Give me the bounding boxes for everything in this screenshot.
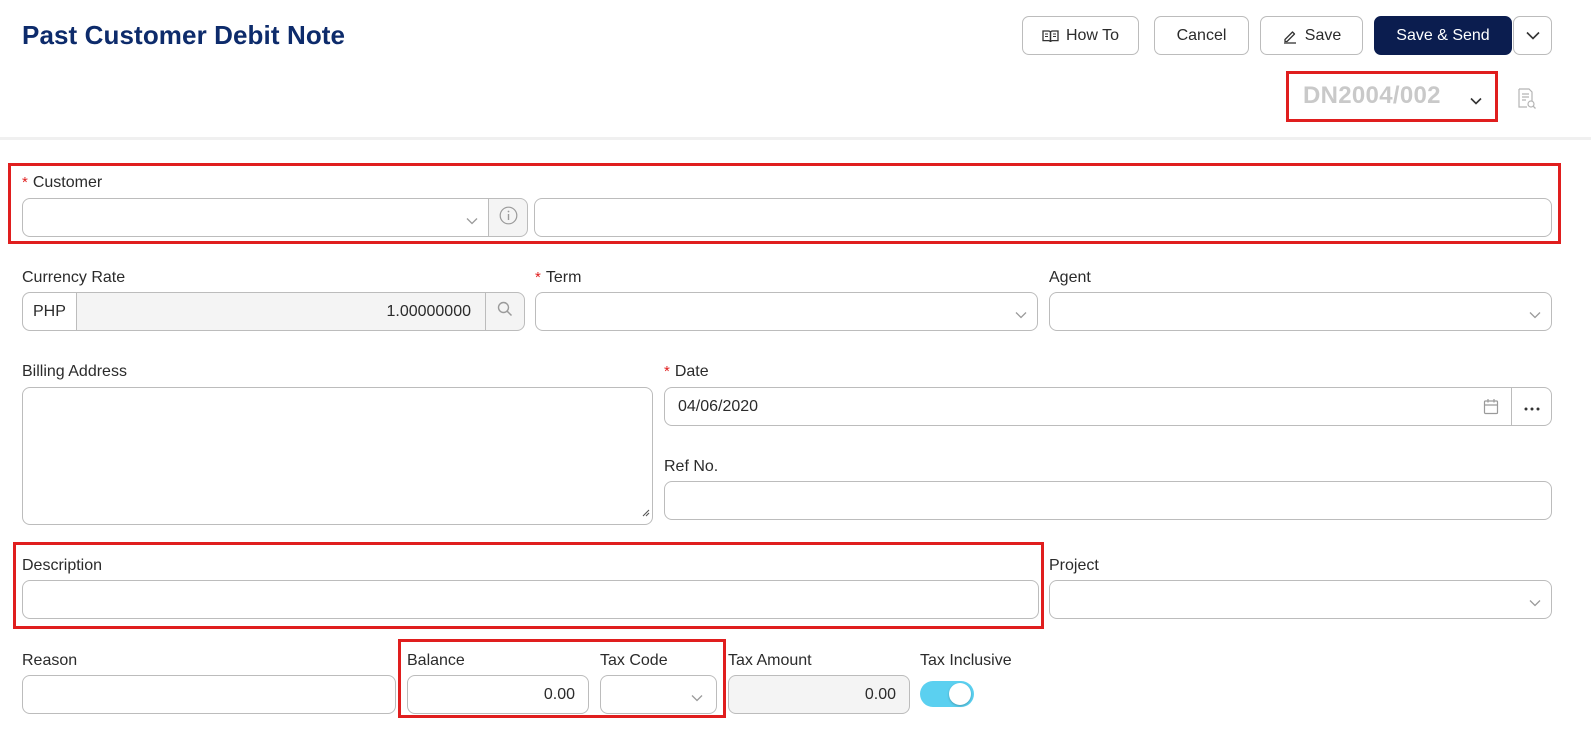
project-select[interactable]: [1049, 580, 1552, 619]
cancel-button[interactable]: Cancel: [1154, 16, 1249, 55]
toggle-knob: [949, 683, 971, 705]
page-title: Past Customer Debit Note: [22, 20, 346, 50]
search-icon: [497, 301, 513, 322]
currency-code: PHP: [33, 303, 66, 320]
chevron-down-icon: [466, 212, 478, 230]
tax-inclusive-toggle[interactable]: [920, 681, 974, 707]
ref-no-input[interactable]: [664, 481, 1552, 520]
how-to-label: How To: [1065, 26, 1120, 44]
term-select[interactable]: [535, 292, 1038, 331]
customer-info-button[interactable]: [488, 198, 528, 237]
save-and-send-label: Save & Send: [1396, 26, 1490, 44]
description-label: Description: [22, 557, 103, 574]
description-input[interactable]: [22, 580, 1039, 619]
document-preview-icon[interactable]: [1517, 88, 1537, 115]
term-label: * Term: [535, 269, 582, 286]
tax-code-select[interactable]: [600, 675, 717, 714]
tax-inclusive-label: Tax Inclusive: [920, 652, 1012, 669]
header-separator: [0, 137, 1591, 140]
currency-rate-value[interactable]: 1.00000000: [386, 303, 471, 321]
chevron-down-icon: [1529, 594, 1541, 612]
info-icon: [499, 206, 518, 230]
tax-amount-label: Tax Amount: [728, 652, 812, 669]
ref-no-label: Ref No.: [664, 458, 719, 475]
project-label: Project: [1049, 557, 1099, 574]
balance-label: Balance: [407, 652, 465, 669]
agent-select[interactable]: [1049, 292, 1552, 331]
reason-label: Reason: [22, 652, 78, 669]
chevron-down-icon: [1529, 306, 1541, 324]
chevron-down-icon: [691, 689, 703, 707]
currency-rate-search-button[interactable]: [485, 293, 524, 330]
billing-address-label: Billing Address: [22, 363, 127, 380]
tax-amount-value: 0.00: [864, 686, 896, 703]
how-to-button[interactable]: How To: [1022, 16, 1139, 55]
billing-address-textarea[interactable]: [22, 387, 653, 525]
date-options-button[interactable]: [1511, 388, 1551, 425]
doc-number-chevron-icon[interactable]: [1470, 92, 1482, 110]
currency-rate-label: Currency Rate: [22, 269, 126, 286]
customer-code-select[interactable]: [22, 198, 489, 237]
more-horizontal-icon: [1524, 398, 1540, 416]
reason-input[interactable]: [22, 675, 396, 714]
save-button[interactable]: Save: [1260, 16, 1363, 55]
date-input[interactable]: 04/06/2020: [664, 387, 1552, 426]
chevron-down-icon: [1525, 31, 1540, 40]
customer-name-input[interactable]: [534, 198, 1552, 237]
cancel-label: Cancel: [1176, 26, 1227, 44]
balance-value: 0.00: [543, 686, 575, 703]
save-label: Save: [1304, 26, 1342, 44]
chevron-down-icon: [1015, 306, 1027, 324]
tax-code-label: Tax Code: [600, 652, 668, 669]
pencil-icon: [1282, 28, 1298, 44]
required-marker: *: [664, 363, 670, 380]
customer-label: * Customer: [22, 174, 103, 191]
calendar-icon[interactable]: [1483, 398, 1499, 420]
date-value: 04/06/2020: [678, 398, 759, 415]
more-actions-button[interactable]: [1513, 16, 1552, 55]
agent-label: Agent: [1049, 269, 1091, 286]
tax-amount-field: 0.00: [728, 675, 910, 714]
date-label: * Date: [664, 363, 709, 380]
doc-number[interactable]: DN2004/002: [1303, 82, 1441, 110]
required-marker: *: [22, 174, 28, 191]
save-and-send-button[interactable]: Save & Send: [1374, 16, 1512, 55]
balance-input[interactable]: 0.00: [407, 675, 589, 714]
required-marker: *: [535, 269, 541, 286]
book-icon: [1042, 29, 1059, 43]
currency-rate-field: PHP 1.00000000: [22, 292, 525, 331]
resize-handle-icon[interactable]: [640, 504, 650, 522]
